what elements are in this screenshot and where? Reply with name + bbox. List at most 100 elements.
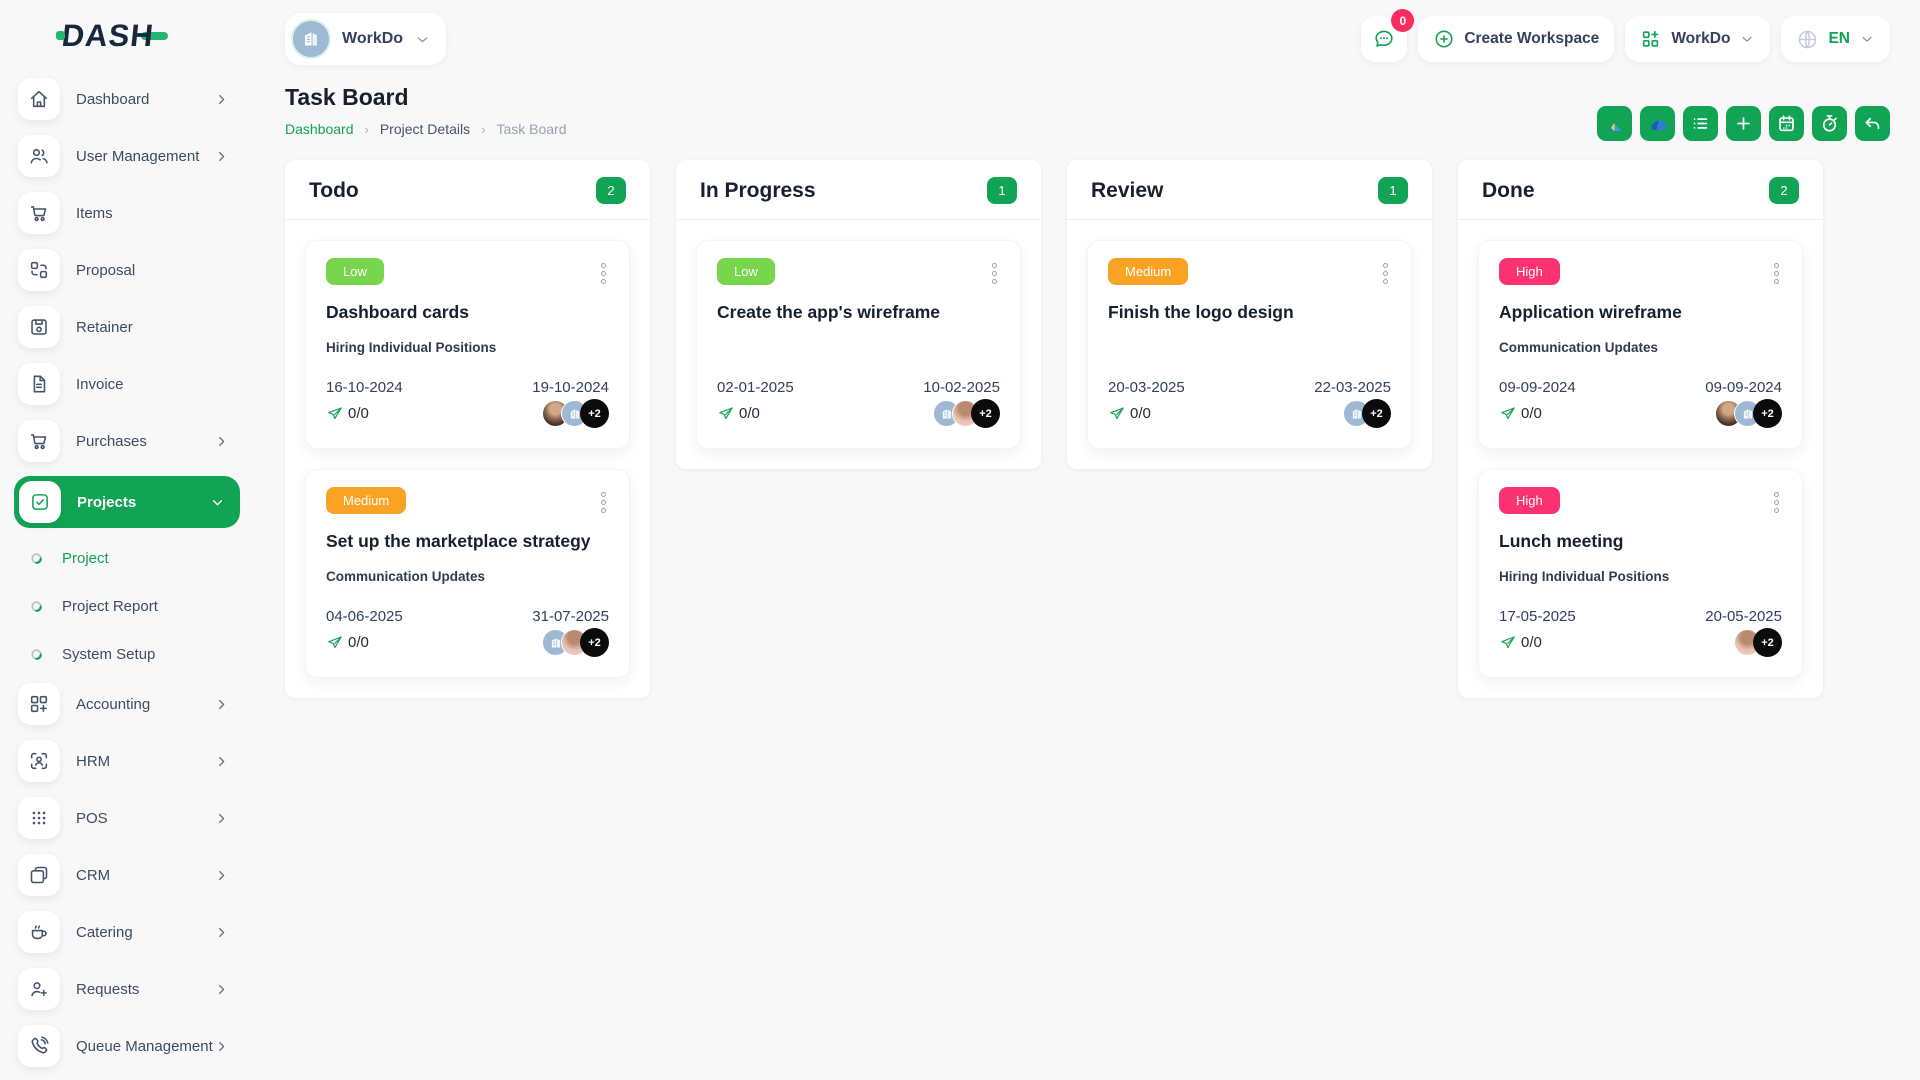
sidebar-item-label: Queue Management bbox=[76, 1037, 213, 1055]
assignee-avatars[interactable]: +2 bbox=[1715, 399, 1782, 429]
breadcrumb-project-details[interactable]: Project Details bbox=[380, 121, 470, 137]
task-end-date: 09-09-2024 bbox=[1705, 379, 1782, 397]
onedrive-button[interactable] bbox=[1640, 106, 1675, 141]
calendar-icon bbox=[1776, 113, 1797, 134]
column-title: Todo bbox=[309, 178, 359, 202]
sidebar-item-retainer[interactable]: Retainer bbox=[14, 305, 240, 349]
task-start-date: 09-09-2024 bbox=[1499, 379, 1576, 397]
task-card-lunch-meeting[interactable]: High Lunch meeting Hiring Individual Pos… bbox=[1478, 469, 1803, 679]
subtask-progress-value: 0/0 bbox=[1130, 405, 1151, 423]
sidebar-item-projects[interactable]: Projects bbox=[14, 476, 240, 528]
chevron-down-icon bbox=[1742, 36, 1753, 42]
brand-logo[interactable]: DASH bbox=[56, 18, 254, 53]
assignee-avatars[interactable]: +2 bbox=[542, 628, 609, 658]
column-title: Done bbox=[1482, 178, 1535, 202]
assignee-avatars[interactable]: +2 bbox=[1343, 399, 1391, 429]
task-card-create-the-app-s-wireframe[interactable]: Low Create the app's wireframe 02-01-202… bbox=[696, 240, 1021, 450]
task-milestone: Communication Updates bbox=[1499, 340, 1659, 356]
sidebar-item-hrm[interactable]: HRM bbox=[14, 739, 240, 783]
sidebar-item-invoice[interactable]: Invoice bbox=[14, 362, 240, 406]
board-column-done: Done 2 High Application wireframe Commun… bbox=[1458, 160, 1823, 699]
sidebar-item-label: Items bbox=[76, 204, 113, 222]
send-icon bbox=[717, 405, 735, 423]
sidebar-item-label: CRM bbox=[76, 866, 111, 884]
chevron-down-icon bbox=[417, 36, 428, 42]
accounting-icon bbox=[18, 683, 60, 725]
sidebar-item-requests[interactable]: Requests bbox=[14, 967, 240, 1011]
send-icon bbox=[1499, 405, 1517, 423]
subtask-progress: 0/0 bbox=[717, 405, 760, 423]
list-button[interactable] bbox=[1683, 106, 1718, 141]
column-count-badge: 2 bbox=[596, 177, 626, 205]
send-icon bbox=[1499, 634, 1517, 652]
assignee-avatars[interactable]: +2 bbox=[542, 399, 609, 429]
sidebar-subitem-system-setup[interactable]: System Setup bbox=[30, 634, 240, 674]
messages-button[interactable]: 0 bbox=[1361, 9, 1415, 62]
subtask-progress: 0/0 bbox=[1499, 634, 1542, 652]
task-title: Create the app's wireframe bbox=[717, 302, 940, 323]
sidebar-item-crm[interactable]: CRM bbox=[14, 853, 240, 897]
sidebar-item-label: Dashboard bbox=[76, 90, 150, 108]
sidebar-item-pos[interactable]: POS bbox=[14, 796, 240, 840]
sidebar-item-label: Requests bbox=[76, 980, 140, 998]
subtask-progress-value: 0/0 bbox=[739, 405, 760, 423]
users-icon bbox=[18, 135, 60, 177]
send-icon bbox=[326, 405, 344, 423]
priority-badge: High bbox=[1499, 258, 1560, 286]
sidebar-subitem-project[interactable]: Project bbox=[30, 538, 240, 578]
calendar-button[interactable] bbox=[1769, 106, 1804, 141]
workspace-menu-button[interactable]: WorkDo bbox=[1625, 16, 1771, 62]
task-card-application-wireframe[interactable]: High Application wireframe Communication… bbox=[1478, 240, 1803, 450]
task-card-set-up-the-marketplace-strategy[interactable]: Medium Set up the marketplace strategy C… bbox=[305, 469, 630, 679]
chevron-right-icon bbox=[213, 91, 230, 108]
send-icon bbox=[1108, 405, 1126, 423]
sidebar-item-items[interactable]: Items bbox=[14, 191, 240, 235]
undo-button[interactable] bbox=[1855, 106, 1890, 141]
create-workspace-button[interactable]: Create Workspace bbox=[1418, 16, 1615, 62]
column-count-badge: 1 bbox=[1378, 177, 1408, 205]
language-selector[interactable]: EN bbox=[1781, 16, 1890, 62]
timer-button[interactable] bbox=[1812, 106, 1847, 141]
assignee-avatars[interactable]: +2 bbox=[933, 399, 1000, 429]
task-end-date: 22-03-2025 bbox=[1314, 379, 1391, 397]
task-title: Application wireframe bbox=[1499, 302, 1682, 323]
sidebar-subitem-project-report[interactable]: Project Report bbox=[30, 586, 240, 626]
sidebar-item-label: Accounting bbox=[76, 695, 151, 713]
task-milestone: Hiring Individual Positions bbox=[326, 340, 497, 356]
breadcrumb-current: Task Board bbox=[496, 121, 567, 138]
kebab-menu-icon[interactable] bbox=[1771, 487, 1782, 518]
workspace-name: WorkDo bbox=[342, 30, 404, 47]
task-card-finish-the-logo-design[interactable]: Medium Finish the logo design 20-03-2025… bbox=[1087, 240, 1412, 450]
sidebar-nav: Dashboard User Management Items Proposal… bbox=[0, 77, 254, 1068]
topbar: WorkDo 0 Create Workspace WorkDo EN bbox=[285, 0, 1890, 72]
add-button[interactable] bbox=[1726, 106, 1761, 141]
workspace-switcher[interactable]: WorkDo bbox=[285, 13, 447, 65]
sidebar-item-accounting[interactable]: Accounting bbox=[14, 682, 240, 726]
kebab-menu-icon[interactable] bbox=[598, 487, 609, 518]
chevron-right-icon bbox=[213, 1038, 230, 1055]
sidebar-item-dashboard[interactable]: Dashboard bbox=[14, 77, 240, 121]
avatar-overflow-badge: +2 bbox=[971, 399, 1000, 429]
sidebar-item-purchases[interactable]: Purchases bbox=[14, 419, 240, 463]
breadcrumb-dashboard[interactable]: Dashboard bbox=[285, 121, 354, 137]
workspace-avatar-building-icon bbox=[291, 19, 331, 59]
task-end-date: 20-05-2025 bbox=[1705, 608, 1782, 626]
task-end-date: 19-10-2024 bbox=[532, 379, 609, 397]
kebab-menu-icon[interactable] bbox=[989, 258, 1000, 289]
task-start-date: 17-05-2025 bbox=[1499, 608, 1576, 626]
google-drive-button[interactable] bbox=[1597, 106, 1632, 141]
kebab-menu-icon[interactable] bbox=[1771, 258, 1782, 289]
kebab-menu-icon[interactable] bbox=[1380, 258, 1391, 289]
sidebar-item-user-management[interactable]: User Management bbox=[14, 134, 240, 178]
sidebar-item-catering[interactable]: Catering bbox=[14, 910, 240, 954]
sidebar-item-queue-management[interactable]: Queue Management bbox=[14, 1024, 240, 1068]
kebab-menu-icon[interactable] bbox=[598, 258, 609, 289]
column-cards: Medium Finish the logo design 20-03-2025… bbox=[1067, 219, 1432, 469]
chevron-right-icon bbox=[213, 810, 230, 827]
sidebar-item-proposal[interactable]: Proposal bbox=[14, 248, 240, 292]
chevron-right-icon bbox=[213, 981, 230, 998]
sidebar-item-label: Purchases bbox=[76, 432, 147, 450]
assignee-avatars[interactable]: +2 bbox=[1734, 628, 1782, 658]
task-card-dashboard-cards[interactable]: Low Dashboard cards Hiring Individual Po… bbox=[305, 240, 630, 450]
list-icon bbox=[1690, 113, 1711, 134]
